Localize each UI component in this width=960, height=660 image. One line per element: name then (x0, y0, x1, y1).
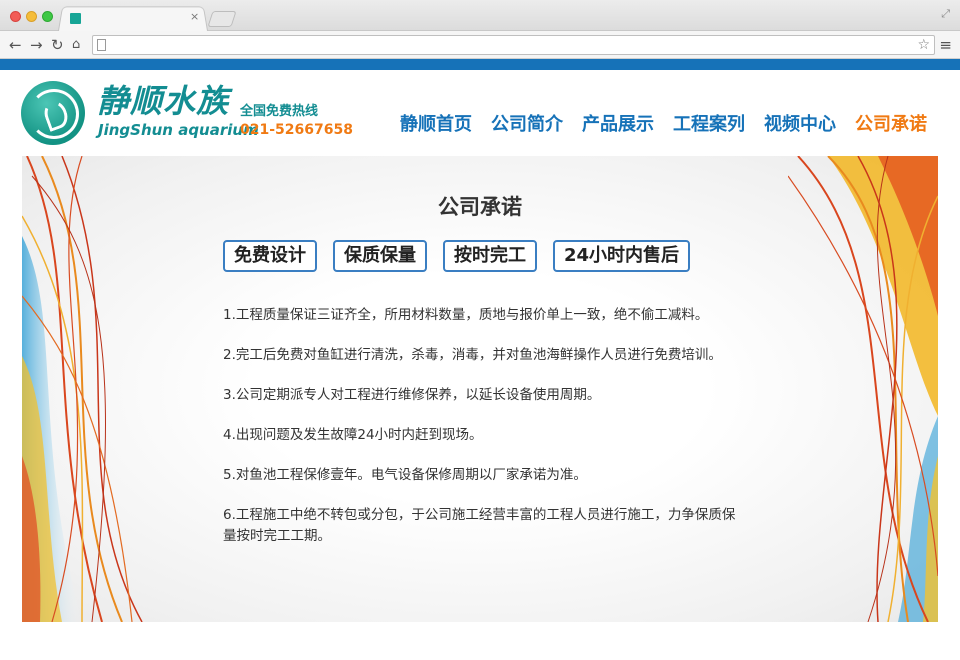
resize-icon[interactable]: ⤢ (941, 7, 950, 21)
left-swirl-decoration (22, 156, 143, 622)
content-area: 公司承诺 免费设计 保质保量 按时完工 24小时内售后 1.工程质量保证三证齐全… (0, 156, 960, 622)
hotline-label: 全国免费热线 (240, 104, 319, 119)
logo-emblem-icon[interactable] (21, 81, 85, 145)
right-swirl-decoration (788, 156, 938, 622)
address-bar[interactable]: ☆ (92, 35, 935, 55)
badge-free-design: 免费设计 (223, 240, 317, 272)
new-tab-button[interactable] (207, 11, 237, 27)
home-icon[interactable]: ⌂ (72, 36, 80, 54)
promise-item: 4.出现问题及发生故障24小时内赶到现场。 (223, 427, 483, 443)
site-header: 静顺水族 JingShun aquarium 全国免费热线 021-526676… (0, 70, 960, 156)
back-icon[interactable]: ← (9, 36, 22, 54)
section-title: 公司承诺 (438, 195, 522, 219)
browser-titlebar: × ⤢ (0, 0, 960, 33)
star-icon[interactable]: ☆ (917, 37, 930, 53)
zoom-window-button[interactable] (42, 11, 53, 22)
forward-icon[interactable]: → (30, 36, 43, 54)
nav-item-promise[interactable]: 公司承诺 (855, 112, 927, 138)
logo-chinese-name[interactable]: 静顺水族 (97, 82, 229, 120)
nav-item-about[interactable]: 公司简介 (491, 112, 563, 138)
badge-after-sales: 24小时内售后 (553, 240, 691, 272)
tab-close-icon[interactable]: × (190, 11, 199, 23)
nav-item-home[interactable]: 静顺首页 (400, 112, 472, 138)
browser-toolbar: ← → ↻ ⌂ ☆ ≡ (0, 31, 960, 59)
minimize-window-button[interactable] (26, 11, 37, 22)
logo-english-name[interactable]: JingShun aquarium (98, 122, 259, 138)
top-accent-bar (0, 59, 960, 70)
promise-item: 1.工程质量保证三证齐全，所用材料数量，质地与报价单上一致，绝不偷工减料。 (223, 307, 709, 323)
promise-item: 5.对鱼池工程保修壹年。电气设备保修周期以厂家承诺为准。 (223, 467, 587, 483)
tab-favicon-icon (70, 13, 81, 24)
promise-item: 3.公司定期派专人对工程进行维修保养，以延长设备使用周期。 (223, 387, 601, 403)
nav-item-cases[interactable]: 工程案列 (673, 112, 745, 138)
promise-item: 2.完工后免费对鱼缸进行清洗，杀毒，消毒，并对鱼池海鲜操作人员进行免费培训。 (223, 347, 722, 363)
hotline-number: 021-52667658 (240, 122, 353, 138)
badge-on-time: 按时完工 (443, 240, 537, 272)
main-nav: 静顺首页 公司简介 产品展示 工程案列 视频中心 公司承诺 (400, 112, 927, 138)
promise-list: 1.工程质量保证三证齐全，所用材料数量，质地与报价单上一致，绝不偷工减料。 2.… (223, 305, 743, 547)
nav-item-products[interactable]: 产品展示 (582, 112, 654, 138)
close-window-button[interactable] (10, 11, 21, 22)
menu-icon[interactable]: ≡ (939, 36, 952, 54)
nav-item-videos[interactable]: 视频中心 (764, 112, 836, 138)
promise-item: 6.工程施工中绝不转包或分包，于公司施工经营丰富的工程人员进行施工，力争保质保量… (223, 507, 736, 544)
badge-quality: 保质保量 (333, 240, 427, 272)
reload-icon[interactable]: ↻ (51, 36, 64, 54)
page-icon (97, 39, 106, 51)
promise-badges: 免费设计 保质保量 按时完工 24小时内售后 (223, 240, 691, 272)
